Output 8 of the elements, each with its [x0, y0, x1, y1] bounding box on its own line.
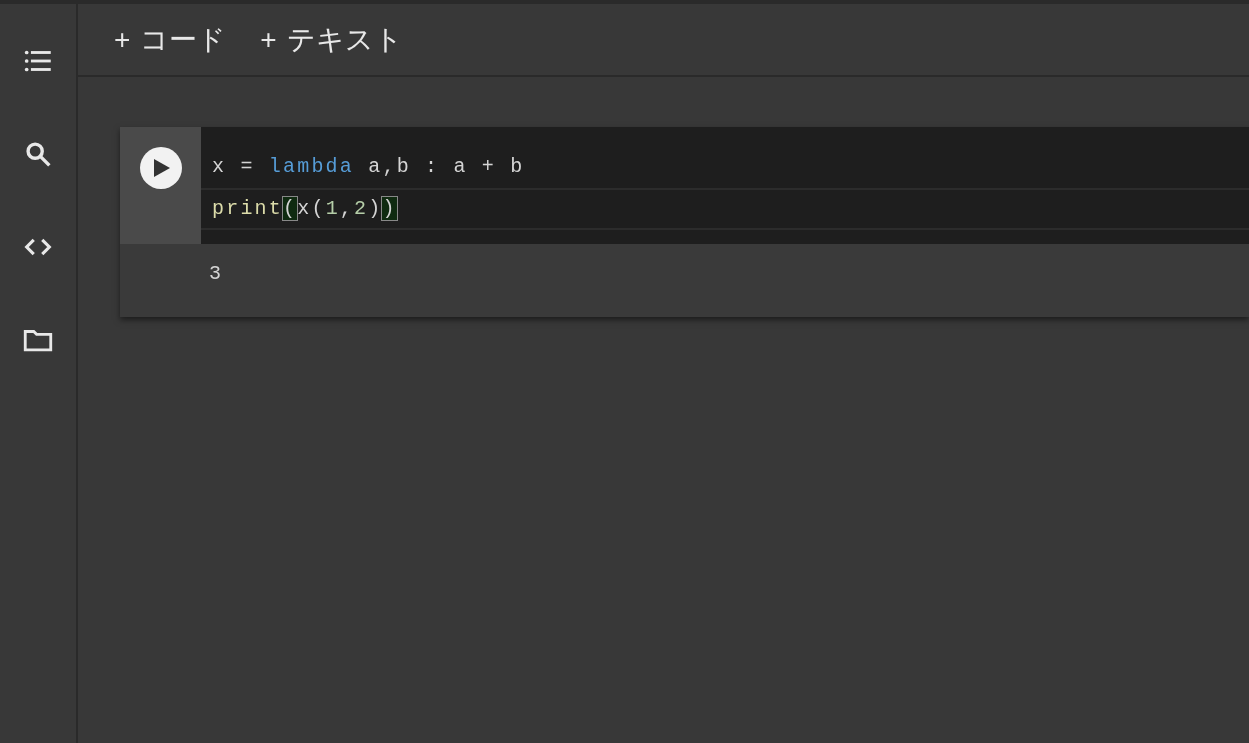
code-line: x = lambda a,b : a + b — [211, 154, 526, 180]
code-line: print(x(1,2)) — [201, 188, 1249, 230]
add-cell-button[interactable]: + テキスト — [260, 18, 403, 61]
cell-output: 3 — [209, 262, 221, 285]
run-button[interactable] — [139, 147, 182, 189]
add-cell-button[interactable]: + コード — [114, 18, 227, 61]
play-icon — [154, 159, 170, 177]
code-editor[interactable]: x = lambda a,b : a + b print(x(1,2)) — [201, 127, 1249, 244]
